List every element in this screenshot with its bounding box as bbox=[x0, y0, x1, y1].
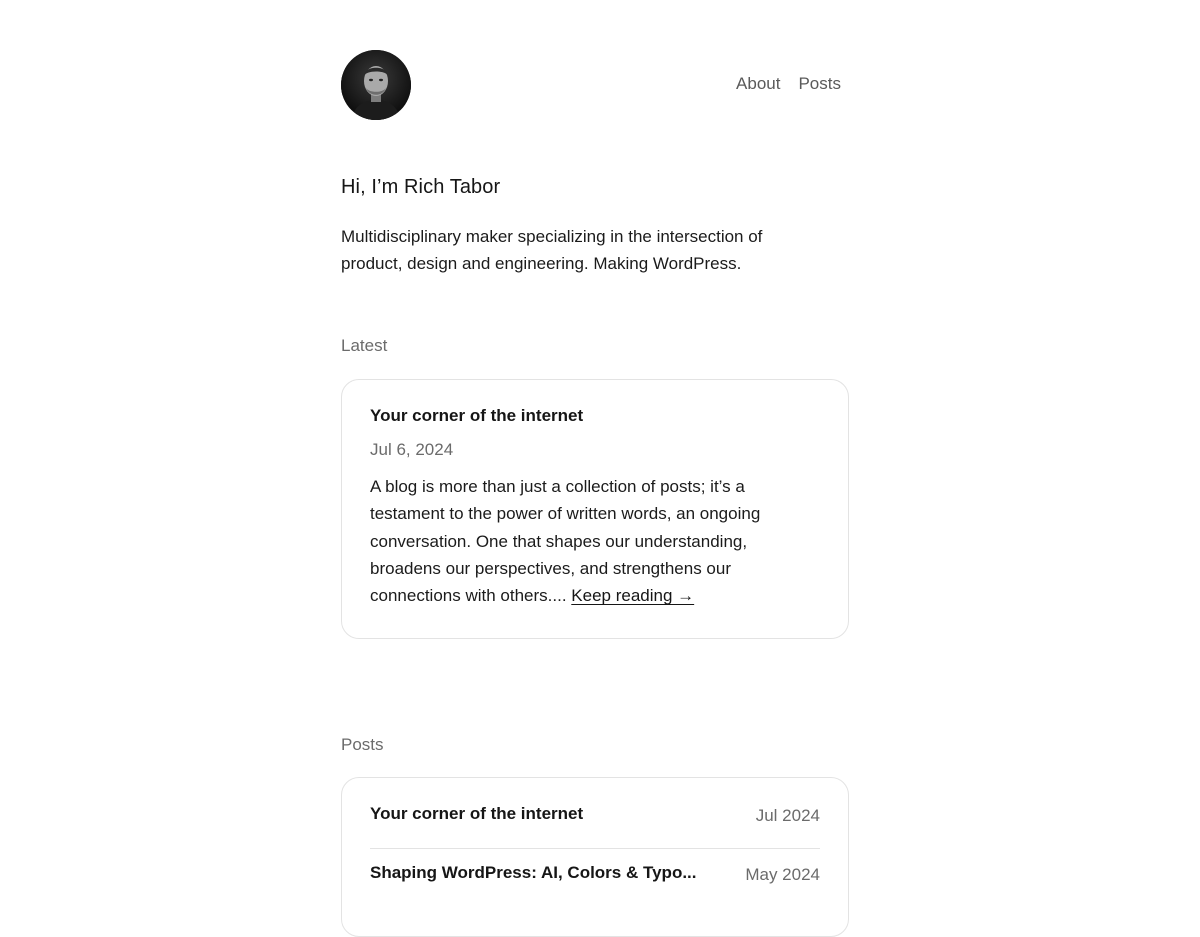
hero-description: Multidisciplinary maker specializing in … bbox=[341, 227, 763, 273]
posts-list-card: Your corner of the internet Jul 2024 Sha… bbox=[341, 777, 849, 937]
nav-posts-link[interactable]: Posts bbox=[798, 74, 841, 94]
latest-post-excerpt-text: A blog is more than just a collection of… bbox=[370, 477, 761, 606]
post-title[interactable]: Your corner of the internet bbox=[370, 804, 583, 824]
post-date: May 2024 bbox=[745, 865, 820, 884]
posts-section-label: Posts bbox=[341, 735, 384, 754]
latest-post-title[interactable]: Your corner of the internet bbox=[370, 406, 820, 426]
avatar-portrait-icon bbox=[341, 50, 411, 120]
post-title[interactable]: Shaping WordPress: AI, Colors & Typo... bbox=[370, 863, 697, 883]
latest-section-label: Latest bbox=[341, 336, 388, 355]
site-header: About Posts bbox=[341, 50, 851, 120]
nav-about-link[interactable]: About bbox=[736, 74, 780, 94]
latest-post-excerpt: A blog is more than just a collection of… bbox=[370, 473, 820, 609]
hero-title: Hi, I’m Rich Tabor bbox=[341, 176, 501, 198]
keep-reading-link[interactable]: Keep reading → bbox=[571, 586, 694, 605]
latest-post-card: Your corner of the internet Jul 6, 2024 … bbox=[341, 379, 849, 639]
post-list-item[interactable]: Your corner of the internet Jul 2024 bbox=[370, 790, 820, 849]
post-list-item[interactable]: Shaping WordPress: AI, Colors & Typo... … bbox=[370, 849, 820, 907]
latest-post-date: Jul 6, 2024 bbox=[370, 440, 454, 459]
post-date: Jul 2024 bbox=[755, 806, 820, 825]
main-nav: About Posts bbox=[736, 74, 841, 94]
avatar[interactable] bbox=[341, 50, 411, 120]
